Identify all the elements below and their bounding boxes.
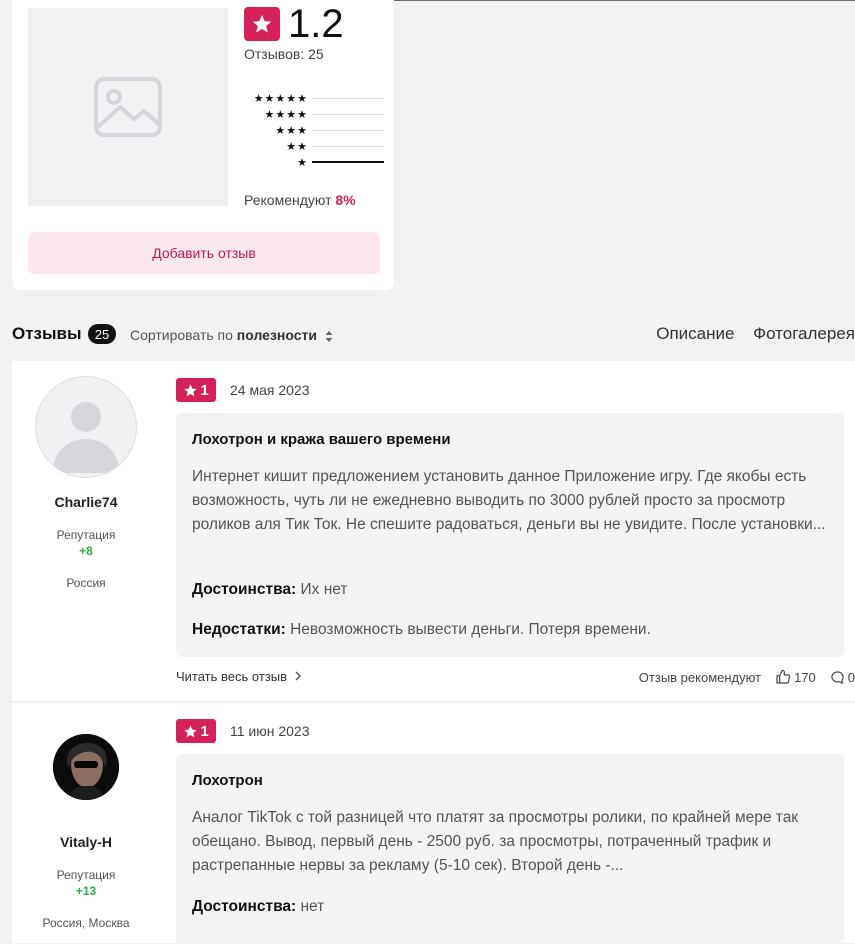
review-rating-badge: 1	[176, 719, 216, 743]
add-review-button[interactable]: Добавить отзыв	[28, 232, 380, 274]
rating-bar-2[interactable]: ★★	[244, 138, 384, 154]
recommend-percent: Рекомендуют 8%	[244, 192, 356, 208]
reputation-label: Репутация	[56, 528, 116, 542]
reputation-value: +8	[79, 544, 93, 558]
likes-count: 170	[794, 669, 816, 685]
rating-bar-5[interactable]: ★★★★★	[244, 90, 384, 106]
comments-count: 0	[847, 669, 855, 685]
review-author: Charlie74 Репутация +8 Россия	[12, 361, 160, 590]
avatar[interactable]	[53, 734, 119, 800]
default-user-icon	[36, 377, 136, 477]
rating-summary-card: 1.2 Отзывов: 25 ★★★★★ ★★★★ ★★★ ★★ ★ Реко…	[12, 0, 394, 290]
reputation-value: +13	[75, 884, 97, 898]
product-image-placeholder	[28, 8, 228, 206]
star-icon	[184, 724, 198, 737]
rating-distribution: ★★★★★ ★★★★ ★★★ ★★ ★	[244, 90, 384, 170]
sort-toggle-icon	[325, 330, 333, 342]
review-card: Charlie74 Репутация +8 Россия 1 24 мая 2…	[12, 361, 855, 701]
author-name[interactable]: Vitaly-H	[12, 834, 160, 850]
review-cons: Недостатки: Невозможность вывести деньги…	[192, 621, 651, 638]
review-text: Интернет кишит предложением установить д…	[192, 468, 826, 533]
sort-control[interactable]: Сортировать по полезности	[130, 327, 333, 343]
review-count: Отзывов: 25	[244, 46, 324, 62]
review-footer: Отзыв рекомендуют 170 0	[639, 669, 855, 685]
author-country: Россия	[66, 576, 106, 590]
star-icon	[184, 383, 198, 396]
tab-description[interactable]: Описание	[656, 324, 734, 343]
rating-bar-1[interactable]: ★	[244, 154, 384, 170]
avatar[interactable]	[35, 376, 137, 478]
tab-gallery[interactable]: Фотогалерея	[753, 324, 855, 343]
chevron-right-icon	[295, 671, 301, 681]
score-value: 1.2	[288, 2, 344, 46]
review-date: 24 мая 2023	[230, 382, 310, 398]
rating-bar-3[interactable]: ★★★	[244, 122, 384, 138]
review-title: Лохотрон и кража вашего времени	[192, 431, 451, 448]
star-icon	[244, 7, 280, 41]
read-full-review-link[interactable]: Читать весь отзыв	[176, 669, 302, 684]
author-name[interactable]: Charlie74	[12, 494, 160, 510]
reviews-count-badge: 25	[88, 324, 116, 344]
reputation-label: Репутация	[56, 868, 116, 882]
recommend-value: 8%	[335, 192, 356, 208]
user-photo	[53, 734, 119, 800]
thumbs-up-icon[interactable]	[775, 669, 791, 685]
section-tabs: Описание Фотогалерея	[642, 324, 855, 344]
review-body[interactable]: Лохотрон Аналог TikTok с той разницей чт…	[176, 754, 844, 944]
overall-score: 1.2	[244, 2, 344, 46]
review-body[interactable]: Лохотрон и кража вашего времени Интернет…	[176, 413, 844, 657]
review-pros: Достоинства: Их нет	[192, 581, 348, 598]
review-author: Vitaly-H Репутация +13 Россия, Москва	[12, 703, 160, 930]
reviews-title: Отзывы	[12, 324, 82, 343]
recommend-label: Отзыв рекомендуют	[638, 669, 762, 685]
author-country: Россия, Москва	[42, 916, 130, 930]
top-divider	[392, 0, 855, 1]
review-date: 11 июн 2023	[230, 723, 310, 739]
review-card: Vitaly-H Репутация +13 Россия, Москва 1 …	[12, 703, 855, 944]
comment-icon[interactable]	[830, 670, 845, 685]
review-title: Лохотрон	[192, 772, 263, 789]
reviews-section-header: Отзывы 25 Сортировать по полезности Опис…	[12, 322, 855, 348]
review-pros: Достоинства: нет	[192, 898, 325, 915]
image-placeholder-icon	[94, 77, 162, 137]
rating-bar-4[interactable]: ★★★★	[244, 106, 384, 122]
review-rating-badge: 1	[176, 378, 216, 402]
review-text: Аналог TikTok с той разницей что платят …	[192, 809, 799, 874]
